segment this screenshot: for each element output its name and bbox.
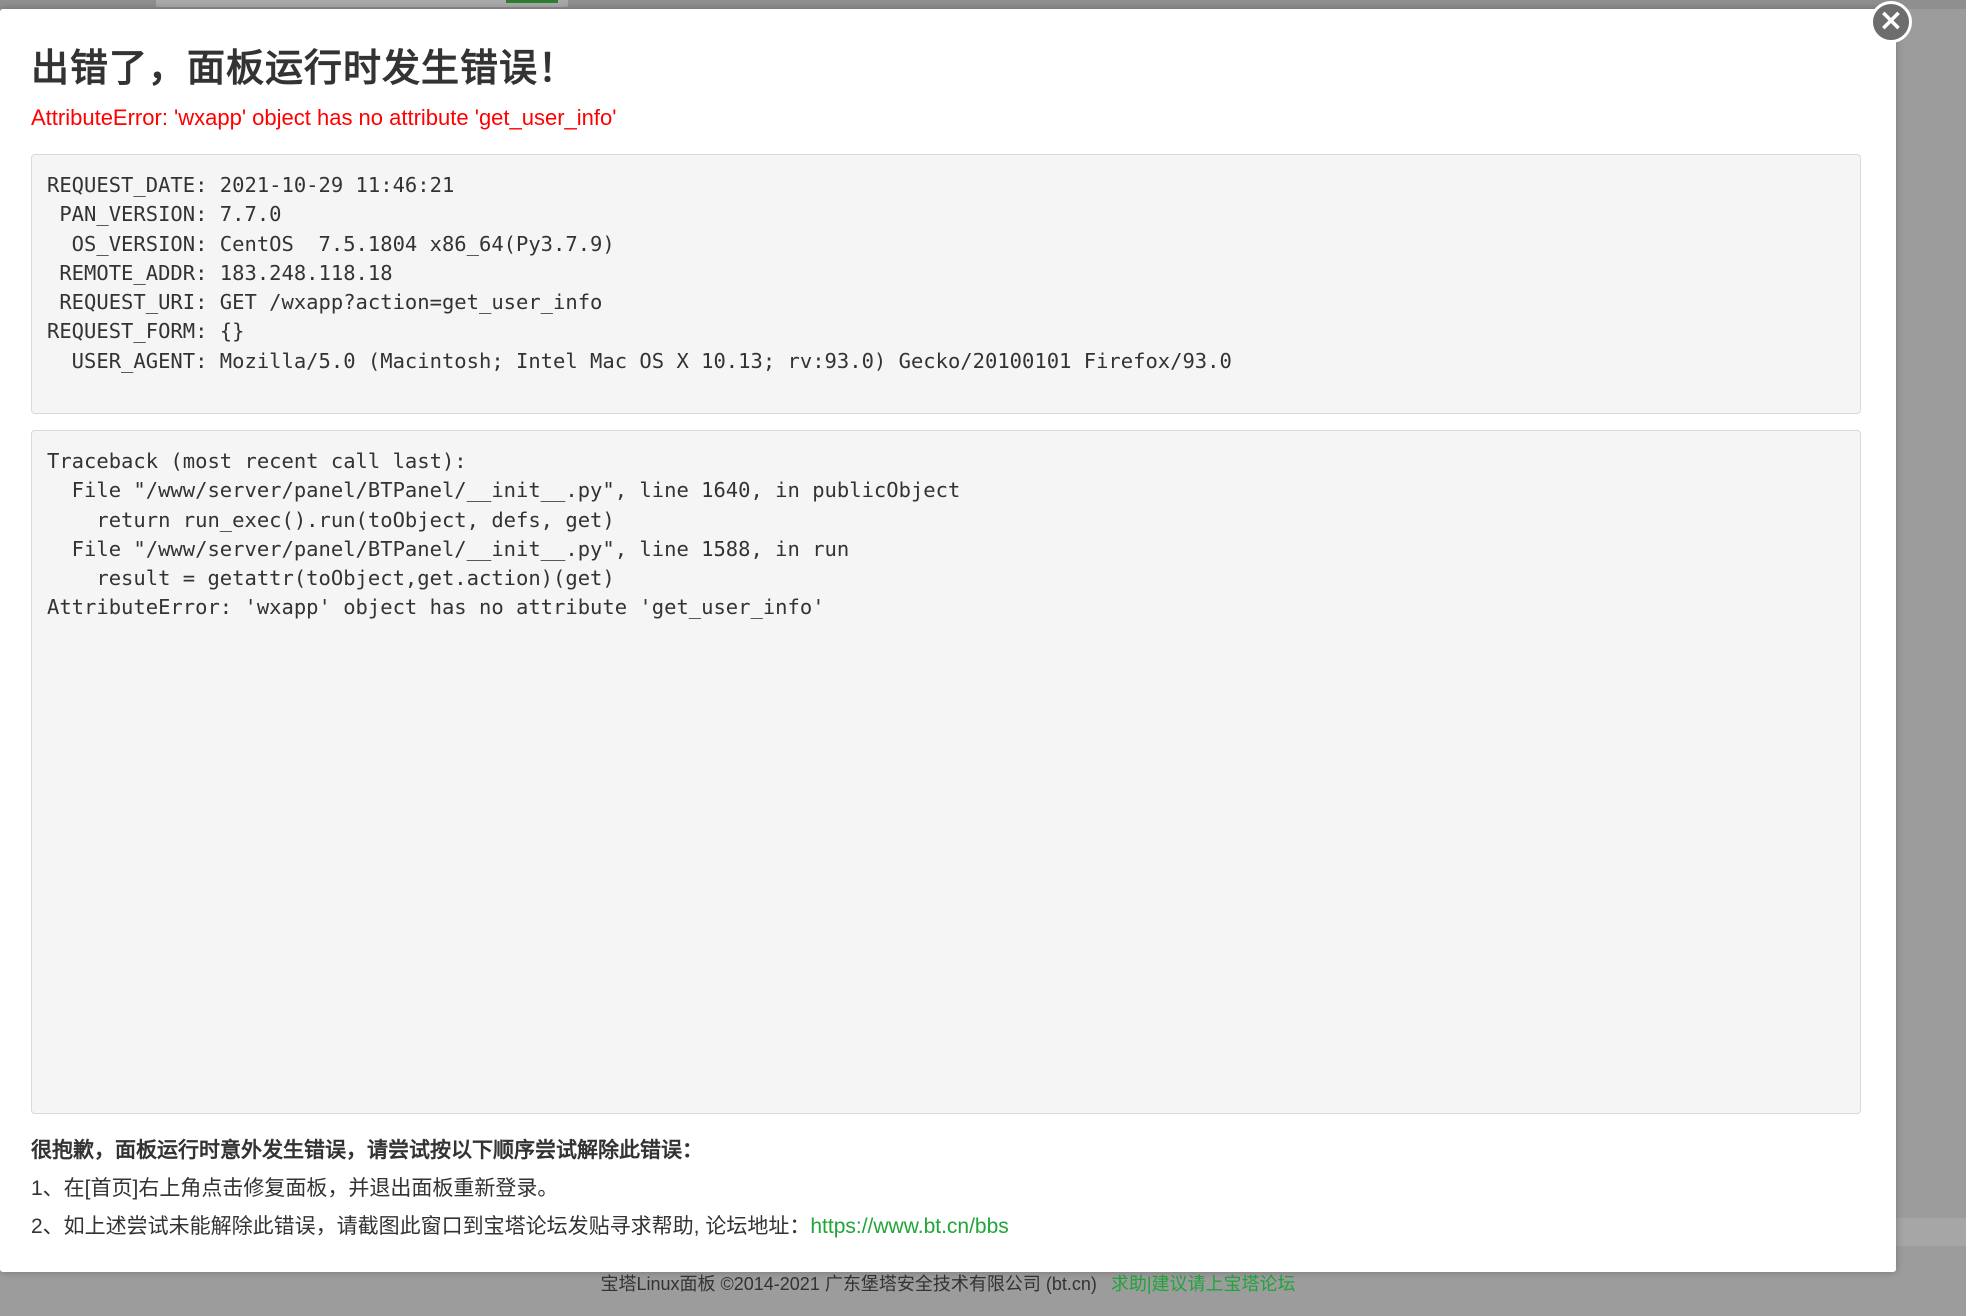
error-dialog: × 出错了，面板运行时发生错误！ AttributeError: 'wxapp'… (0, 1, 1912, 1272)
error-message: AttributeError: 'wxapp' object has no at… (31, 105, 617, 130)
close-icon[interactable]: × (1870, 1, 1912, 43)
help-step-1: 1、在[首页]右上角点击修复面板，并退出面板重新登录。 (31, 1177, 559, 1200)
dialog-title: 出错了，面板运行时发生错误！ (31, 46, 578, 90)
page-footer: 宝塔Linux面板 ©2014-2021 广东堡塔安全技术有限公司 (bt.cn… (0, 1270, 1896, 1296)
request-info-panel: REQUEST_DATE: 2021-10-29 11:46:21 PAN_VE… (31, 154, 1861, 414)
help-step-2-text: 2、如上述尝试未能解除此错误，请截图此窗口到宝塔论坛发贴寻求帮助, 论坛地址： (31, 1215, 811, 1238)
background-strip (1895, 1218, 1966, 1246)
background-tab-accent (506, 0, 558, 3)
background-tab (156, 0, 568, 7)
forum-link[interactable]: https://www.bt.cn/bbs (810, 1215, 1008, 1238)
help-heading: 很抱歉，面板运行时意外发生错误，请尝试按以下顺序尝试解除此错误： (31, 1139, 703, 1162)
background-topbar (0, 0, 1966, 9)
footer-copyright: 宝塔Linux面板 ©2014-2021 广东堡塔安全技术有限公司 (bt.cn… (600, 1274, 1097, 1294)
traceback-panel: Traceback (most recent call last): File … (31, 430, 1861, 1114)
help-step-2: 2、如上述尝试未能解除此错误，请截图此窗口到宝塔论坛发贴寻求帮助, 论坛地址：h… (31, 1208, 1871, 1246)
help-section: 很抱歉，面板运行时意外发生错误，请尝试按以下顺序尝试解除此错误： 1、在[首页]… (31, 1132, 1871, 1246)
footer-forum-link[interactable]: 求助|建议请上宝塔论坛 (1111, 1274, 1296, 1294)
